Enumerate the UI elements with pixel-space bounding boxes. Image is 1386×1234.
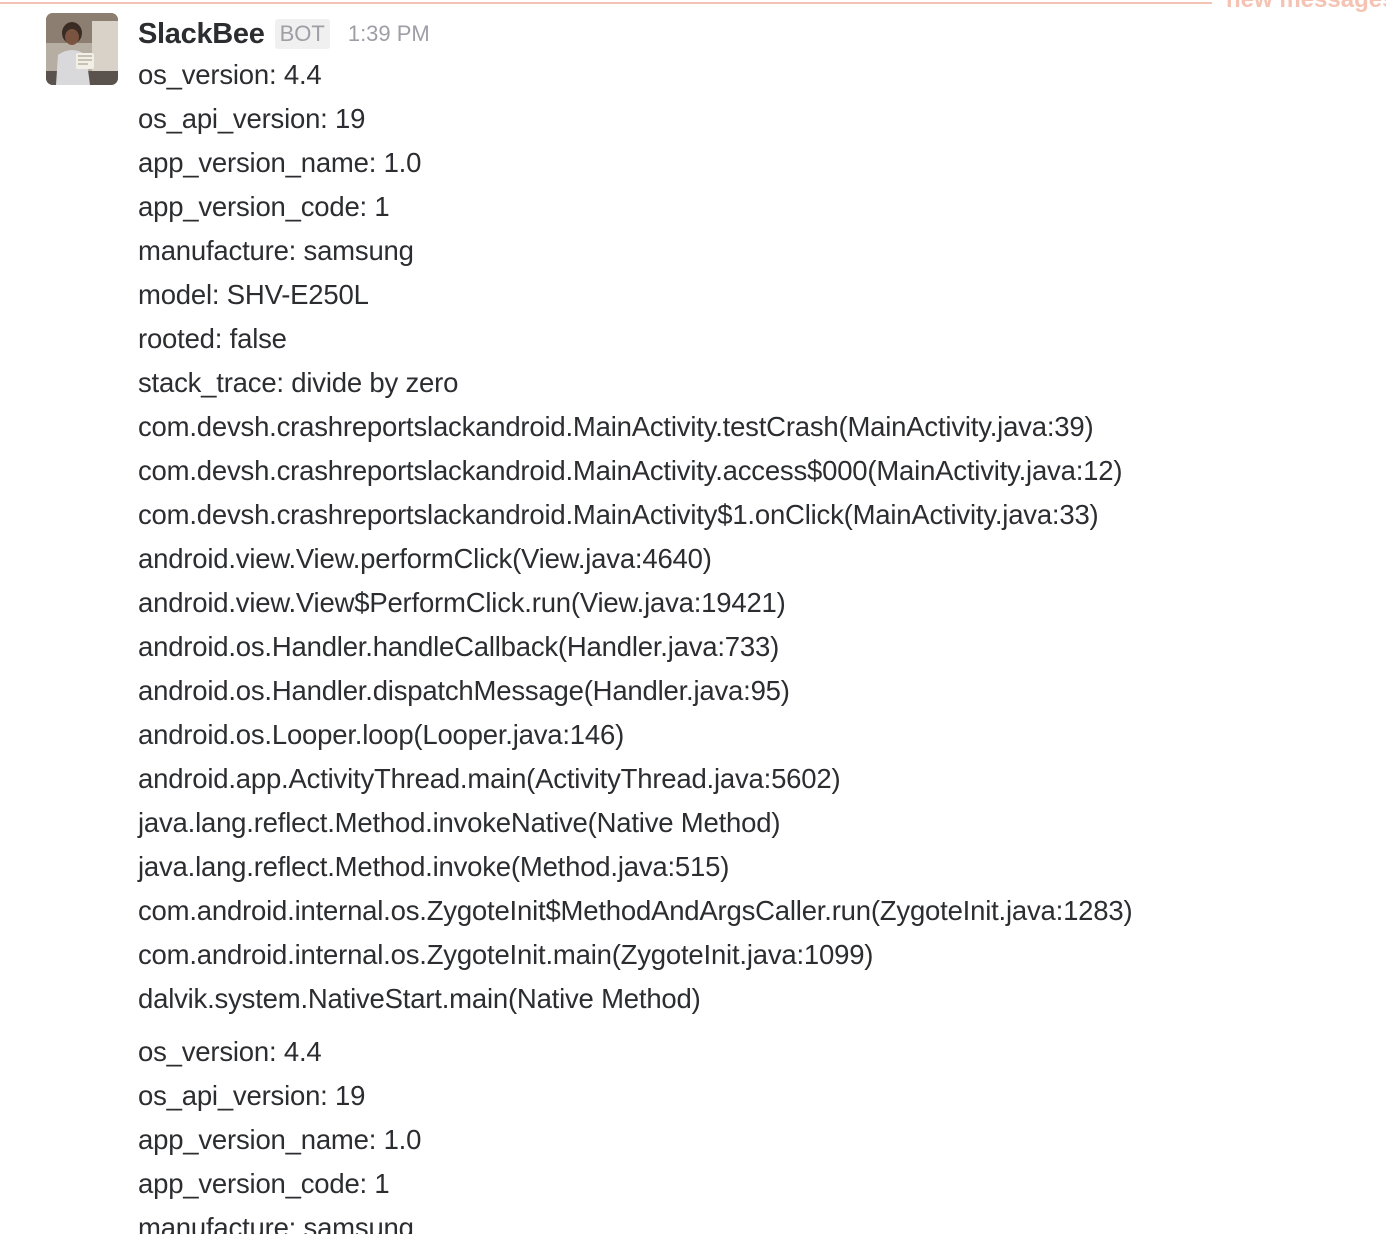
new-messages-divider (0, 2, 1212, 4)
stack-trace-line: android.os.Handler.handleCallback(Handle… (138, 631, 780, 662)
stack-trace-line: com.devsh.crashreportslackandroid.MainAc… (138, 455, 1123, 486)
new-messages-label: new messages (1226, 0, 1386, 12)
crash-report-message-1: os_version: 4.4 os_api_version: 19 app_v… (138, 53, 1368, 1021)
stack-trace-line: android.os.Looper.loop(Looper.java:146) (138, 719, 625, 750)
report-line: stack_trace: divide by zero (138, 367, 459, 398)
stack-trace-line: java.lang.reflect.Method.invoke(Method.j… (138, 851, 730, 882)
report-line: rooted: false (138, 323, 287, 354)
report-line: app_version_code: 1 (138, 1168, 390, 1199)
stack-trace-line: dalvik.system.NativeStart.main(Native Me… (138, 983, 701, 1014)
report-line: os_api_version: 19 (138, 103, 366, 134)
report-line: app_version_name: 1.0 (138, 1124, 422, 1155)
sender-name[interactable]: SlackBee (138, 18, 265, 51)
report-line: os_version: 4.4 (138, 1036, 322, 1067)
report-line: model: SHV-E250L (138, 279, 369, 310)
report-line: app_version_name: 1.0 (138, 147, 422, 178)
user-photo-avatar-icon (46, 13, 118, 85)
bot-badge: BOT (274, 19, 330, 49)
crash-report-message-2: os_version: 4.4 os_api_version: 19 app_v… (138, 1030, 1368, 1234)
stack-trace-line: android.os.Handler.dispatchMessage(Handl… (138, 675, 790, 706)
report-line: app_version_code: 1 (138, 191, 390, 222)
stack-trace-line: com.android.internal.os.ZygoteInit.main(… (138, 939, 874, 970)
report-line: manufacture: samsung (138, 235, 414, 266)
message-header: SlackBee BOT 1:39 PM (138, 14, 430, 54)
stack-trace-line: com.devsh.crashreportslackandroid.MainAc… (138, 499, 1099, 530)
report-line: manufacture: samsung (138, 1212, 414, 1234)
message-timestamp[interactable]: 1:39 PM (348, 21, 430, 47)
stack-trace-line: android.app.ActivityThread.main(Activity… (138, 763, 841, 794)
stack-trace-line: android.view.View.performClick(View.java… (138, 543, 712, 574)
avatar[interactable] (46, 13, 118, 85)
stack-trace-line: android.view.View$PerformClick.run(View.… (138, 587, 786, 618)
report-line: os_version: 4.4 (138, 59, 322, 90)
stack-trace-line: com.devsh.crashreportslackandroid.MainAc… (138, 411, 1094, 442)
report-line: os_api_version: 19 (138, 1080, 366, 1111)
stack-trace-line: java.lang.reflect.Method.invokeNative(Na… (138, 807, 781, 838)
stack-trace-line: com.android.internal.os.ZygoteInit$Metho… (138, 895, 1133, 926)
